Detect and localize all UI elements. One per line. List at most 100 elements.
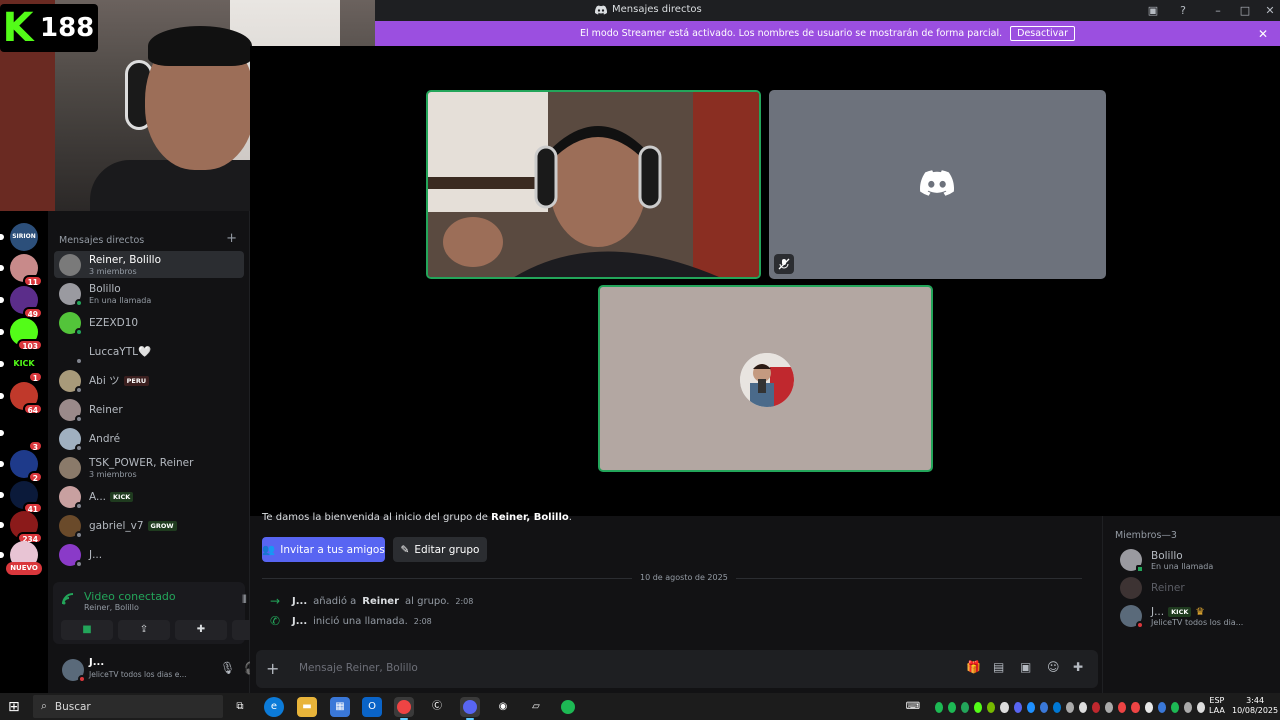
tray-chrome-icon[interactable] [1144,701,1153,713]
keyboard-icon[interactable]: ⌨ [903,697,923,717]
edit-group-button[interactable]: ✎ Editar grupo [393,537,487,562]
attach-plus-icon[interactable]: + [266,659,279,678]
tray-app-icon[interactable] [948,701,957,713]
task-view-icon[interactable]: ⧉ [230,697,250,717]
dm-header: Mensajes directos [59,235,145,246]
tray-app-icon[interactable] [1105,701,1114,713]
tray-nvidia-icon[interactable] [987,701,996,713]
tray-app-icon[interactable] [1026,701,1035,713]
unread-pill [0,234,4,240]
tray-discord-icon[interactable] [1013,701,1022,713]
minimize-button[interactable]: – [1210,3,1226,18]
maximize-button[interactable]: □ [1237,3,1253,18]
obs-icon[interactable]: ◉ [493,697,513,717]
dm-name: A... [89,490,107,503]
waveform-icon[interactable]: ⦀ [242,593,247,607]
video-tile-bolillo[interactable] [769,90,1106,279]
dm-item[interactable]: LuccaYTL🤍 [54,338,244,365]
tray-app-icon[interactable] [1039,701,1048,713]
create-dm-icon[interactable]: + [226,231,237,246]
video-tile-self[interactable] [426,90,761,279]
server-icon[interactable]: 41 [0,481,43,514]
dm-item[interactable]: A... KICK [54,483,244,510]
video-tile-reiner[interactable] [598,285,933,472]
user-name[interactable]: J... [89,657,104,668]
camera-toggle-button[interactable]: ■ [61,620,113,640]
member-item[interactable]: Reiner [1120,577,1185,599]
dm-item[interactable]: Reiner, Bolillo 3 miembros [54,251,244,278]
server-icon[interactable]: 11 [0,254,43,287]
invite-friends-button[interactable]: 👥 Invitar a tus amigos [262,537,385,562]
dm-item[interactable]: Reiner [54,396,244,423]
voice-status-title[interactable]: Video conectado [84,590,176,603]
store-icon[interactable]: ▦ [330,697,350,717]
server-icon[interactable]: 3 [0,419,43,452]
taskbar-clock[interactable]: 3:44 10/08/2025 [1232,696,1278,716]
activities-button[interactable]: ✚ [175,620,227,640]
tray-volume-icon[interactable] [1196,701,1205,713]
server-icon[interactable]: KICK 1 [0,350,43,383]
user-avatar[interactable] [62,659,86,683]
signal-icon[interactable] [61,592,79,610]
tray-app-icon[interactable] [1131,701,1140,713]
gif-icon[interactable]: ▤ [993,660,1004,674]
dm-item[interactable]: gabriel_v7 GROW [54,512,244,539]
microphone-icon[interactable]: 🎙 [220,661,235,675]
message-input[interactable]: Mensaje Reiner, Bolillo [299,662,418,674]
tray-app-icon[interactable] [1118,701,1127,713]
emoji-icon[interactable]: ☺ [1047,660,1060,674]
tray-app-icon[interactable] [1092,701,1101,713]
windows-start-icon[interactable]: ⊞ [8,699,20,715]
tray-network-icon[interactable] [1183,701,1192,713]
tray-app-icon[interactable] [1065,701,1075,713]
server-icon[interactable]: 64 [0,382,43,415]
tray-app-icon[interactable] [961,701,970,713]
server-icon[interactable]: 49 [0,286,43,319]
message-composer[interactable]: + Mensaje Reiner, Bolillo 🎁 ▤ ▣ ☺ ✚ [256,650,1098,688]
server-icon[interactable]: 2 [0,450,43,483]
dm-item[interactable]: TSK_POWER, Reiner 3 miembros [54,454,244,481]
input-language[interactable]: ESP LAA [1209,696,1225,716]
tray-app-icon[interactable] [1157,701,1166,713]
user-custom-status: JeliceTV todos los dias e... [89,670,187,679]
tray-app-icon[interactable] [1079,701,1088,713]
server-icon[interactable]: 103 [0,318,43,351]
taskbar-search[interactable]: ⌕ Buscar [33,695,223,718]
inbox-icon[interactable]: ▣ [1145,3,1161,18]
outlook-icon[interactable]: O [362,697,382,717]
app-launcher-icon[interactable]: ✚ [1073,660,1083,674]
sticker-icon[interactable]: ▣ [1020,660,1031,674]
streamlabs-icon[interactable]: ▱ [526,697,546,717]
kick-logo-icon: K [2,5,34,51]
discord-logo-icon [920,170,954,196]
gift-icon[interactable]: 🎁 [966,660,981,674]
help-icon[interactable]: ? [1175,3,1191,18]
file-explorer-icon[interactable]: ▬ [297,697,317,717]
spotify-icon[interactable] [558,697,578,717]
tray-app-icon[interactable] [1170,701,1179,713]
disable-streamer-mode-button[interactable]: Desactivar [1010,26,1075,41]
dm-item[interactable]: J... [54,541,244,568]
tray-app-icon[interactable] [1052,701,1061,713]
browser-c-icon[interactable]: Ⓒ [427,697,447,717]
chrome-icon[interactable] [394,697,414,720]
dm-item[interactable]: Abi ツ PERU [54,367,244,394]
edge-icon[interactable]: e [264,697,284,717]
close-banner-icon[interactable]: ✕ [1258,27,1268,41]
discord-taskbar-icon[interactable] [460,697,480,720]
dm-item[interactable]: André [54,425,244,452]
screen-share-button[interactable]: ⇪ [118,620,170,640]
server-icon[interactable]: 234 [0,511,43,544]
mention-badge: 1 [27,371,43,383]
unread-pill [0,430,4,436]
member-item[interactable]: Bolillo En una llamada [1120,549,1213,573]
member-item[interactable]: J... KICK ♛ JeliceTV todos los dia... [1120,605,1243,629]
tray-spotify-icon[interactable] [935,701,944,713]
tray-app-icon[interactable] [974,701,983,713]
tray-app-icon[interactable] [1000,701,1009,713]
voice-channel-name[interactable]: Reiner, Bolillo [84,603,139,612]
server-icon[interactable]: SIRION [0,223,38,251]
dm-item[interactable]: Bolillo En una llamada [54,280,244,307]
dm-item[interactable]: EZEXD10 [54,309,244,336]
close-window-button[interactable]: ✕ [1262,3,1278,18]
